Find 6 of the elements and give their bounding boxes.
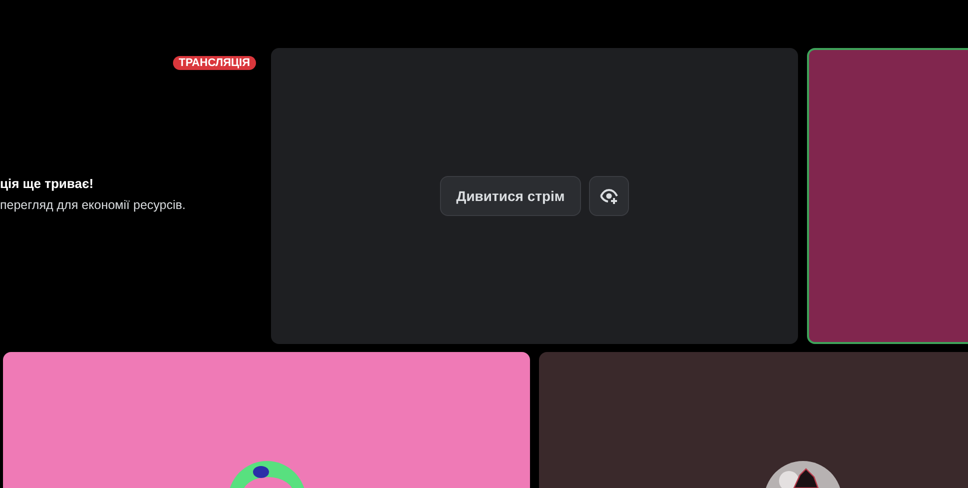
live-badge: ТРАНСЛЯЦІЯ <box>172 56 256 70</box>
notice-title: ція ще триває! <box>0 176 94 191</box>
eye-plus-icon <box>598 186 619 206</box>
notice-text: перегляд для економії ресурсів. <box>0 198 186 212</box>
preview-button[interactable] <box>588 176 629 216</box>
watch-stream-button[interactable]: Дивитися стрім <box>440 176 581 216</box>
